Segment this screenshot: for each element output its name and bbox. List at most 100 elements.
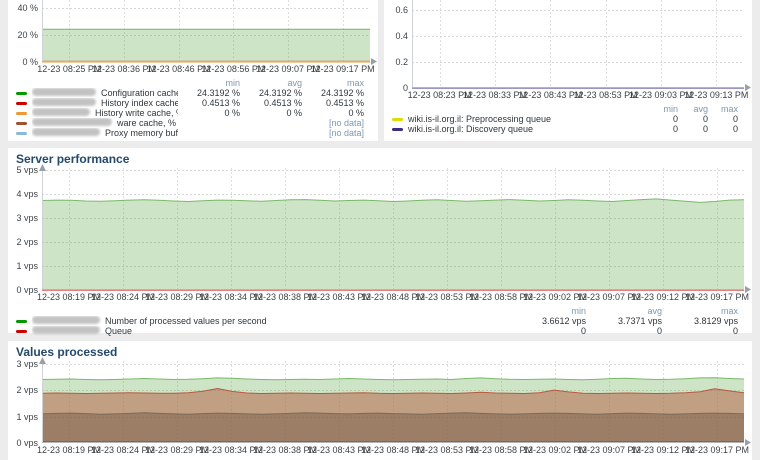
x-tick-label: 12-23 09:17 PM bbox=[685, 445, 749, 455]
y-tick-label: 2 vps bbox=[16, 237, 38, 247]
redacted-host-name bbox=[32, 108, 90, 116]
legend-stat-value: 0.4513 % bbox=[302, 98, 364, 108]
redacted-host-name bbox=[32, 88, 96, 96]
queues-legend: minavgmaxwiki.is-il.org.il: Preprocessin… bbox=[392, 104, 744, 134]
legend-item: ware cache, % used [no data] bbox=[16, 118, 364, 128]
series-label: wiki.is-il.org.il: Discovery queue bbox=[408, 124, 648, 134]
redacted-host-name bbox=[32, 128, 100, 136]
y-tick-label: 0.4 bbox=[395, 31, 408, 41]
legend-stat-header: min bbox=[178, 78, 240, 88]
legend-item: Configuration cache, % used24.3192 %24.3… bbox=[16, 88, 364, 98]
y-axis-labels: 0 %20 %40 % bbox=[16, 0, 42, 62]
y-axis-labels: 0 vps1 vps2 vps3 vps bbox=[16, 361, 42, 443]
y-tick-label: 1 vps bbox=[16, 412, 38, 422]
legend-stat-value: 24.3192 % bbox=[240, 88, 302, 98]
legend-header-row: minavgmax bbox=[392, 104, 738, 114]
legend-stat-header: avg bbox=[240, 78, 302, 88]
legend-stat-value: 0 bbox=[662, 326, 738, 336]
series-label: wiki.is-il.org.il: Preprocessing queue bbox=[408, 114, 648, 124]
legend-stat-value: 0.4513 % bbox=[178, 98, 240, 108]
series-label: History write cache, % used bbox=[32, 108, 178, 118]
y-tick-label: 3 vps bbox=[16, 359, 38, 369]
x-axis-labels: 12-23 08:19 PM12-23 08:24 PM12-23 08:29 … bbox=[42, 445, 744, 457]
legend-stat-value: 0 bbox=[708, 124, 738, 134]
legend-stat-value: 24.3192 % bbox=[178, 88, 240, 98]
legend-stat-header: min bbox=[648, 104, 678, 114]
y-tick-label: 0 vps bbox=[16, 285, 38, 295]
server-performance-graph[interactable] bbox=[42, 168, 744, 290]
series-color-swatch-icon bbox=[16, 132, 27, 135]
legend-stat-header: max bbox=[302, 78, 364, 88]
legend-stat-value: 0 bbox=[586, 326, 662, 336]
cache-usage-panel: 0 %20 %40 % 12-23 08:25 PM12-23 08:36 PM… bbox=[8, 0, 378, 141]
series-color-swatch-icon bbox=[392, 128, 403, 131]
x-axis-labels: 12-23 08:23 PM12-23 08:33 PM12-23 08:43 … bbox=[412, 90, 744, 102]
y-tick-label: 1 vps bbox=[16, 261, 38, 271]
redacted-host-name bbox=[32, 118, 112, 126]
legend-item: Queue000 bbox=[16, 326, 738, 336]
cache-usage-graph[interactable] bbox=[42, 0, 370, 62]
series-color-swatch-icon bbox=[16, 92, 27, 95]
legend-stat-header: avg bbox=[586, 306, 662, 316]
y-tick-label: 3 vps bbox=[16, 213, 38, 223]
y-tick-label: 0 % bbox=[22, 57, 38, 67]
y-axis-labels: 00.20.40.6 bbox=[392, 0, 412, 88]
cache-usage-legend: minavgmaxConfiguration cache, % used24.3… bbox=[16, 78, 370, 138]
values-processed-panel: Values processed 0 vps 1 vps 2 vps 3 vps 12… bbox=[8, 341, 752, 460]
series-label: History index cache, % used bbox=[32, 98, 178, 108]
x-tick-label: 12-23 09:17 PM bbox=[685, 292, 749, 302]
y-tick-label: 0.6 bbox=[395, 5, 408, 15]
legend-stat-value: [no data] bbox=[302, 118, 364, 128]
y-tick-label: 5 vps bbox=[16, 165, 38, 175]
legend-header-row: minavgmax bbox=[16, 306, 738, 316]
legend-stat-value: 0 bbox=[510, 326, 586, 336]
y-tick-label: 20 % bbox=[17, 30, 38, 40]
x-tick-label: 12-23 09:13 PM bbox=[684, 90, 748, 100]
server-performance-panel: Server performance 0 vps 1 vps 2 vps 3 vps 4… bbox=[8, 148, 752, 333]
legend-stat-value: 0 bbox=[678, 114, 708, 124]
series-label: ware cache, % used bbox=[32, 118, 178, 128]
zabbix-dashboard: 0 %20 %40 % 12-23 08:25 PM12-23 08:36 PM… bbox=[0, 0, 760, 460]
legend-stat-value: 0 bbox=[648, 124, 678, 134]
x-axis-labels: 12-23 08:25 PM12-23 08:36 PM12-23 08:46 … bbox=[42, 64, 370, 76]
legend-stat-value: 3.8129 vps bbox=[662, 316, 738, 326]
legend-stat-value: [no data] bbox=[302, 128, 364, 138]
series-label: Configuration cache, % used bbox=[32, 88, 178, 98]
redacted-host-name bbox=[32, 316, 100, 324]
legend-stat-header: min bbox=[510, 306, 586, 316]
y-tick-label: 0.2 bbox=[395, 57, 408, 67]
legend-stat-header: max bbox=[662, 306, 738, 316]
series-color-swatch-icon bbox=[16, 112, 27, 115]
series-color-swatch-icon bbox=[16, 102, 27, 105]
legend-stat-value: 3.7371 vps bbox=[586, 316, 662, 326]
legend-stat-value: 0 % bbox=[178, 108, 240, 118]
values-processed-graph[interactable] bbox=[42, 361, 744, 443]
y-tick-label: 0 vps bbox=[16, 438, 38, 448]
legend-stat-header: max bbox=[708, 104, 738, 114]
queues-graph[interactable] bbox=[412, 0, 744, 88]
x-tick-label: 12-23 09:17 PM bbox=[311, 64, 375, 74]
legend-stat-value: 3.6612 vps bbox=[510, 316, 586, 326]
queues-panel: 0 0.2 0.4 0.6 12-23 08:23 PM12-23 08:33 PM1… bbox=[384, 0, 752, 141]
panel-title: Server performance bbox=[16, 152, 744, 166]
legend-stat-value: 0 % bbox=[302, 108, 364, 118]
y-tick-label: 4 vps bbox=[16, 189, 38, 199]
series-label: Queue bbox=[32, 326, 510, 336]
y-tick-label: 2 vps bbox=[16, 385, 38, 395]
series-color-swatch-icon bbox=[16, 122, 27, 125]
redacted-host-name bbox=[32, 98, 96, 106]
legend-stat-value: 24.3192 % bbox=[302, 88, 364, 98]
legend-stat-value: 0 bbox=[708, 114, 738, 124]
legend-stat-value: 0 bbox=[678, 124, 708, 134]
server-performance-legend: minavgmaxNumber of processed values per … bbox=[16, 306, 744, 336]
panel-title: Values processed bbox=[16, 345, 744, 359]
legend-stat-value: 0 % bbox=[240, 108, 302, 118]
legend-item: Number of processed values per second3.6… bbox=[16, 316, 738, 326]
x-axis-labels: 12-23 08:19 PM12-23 08:24 PM12-23 08:29 … bbox=[42, 292, 744, 304]
legend-stat-header: avg bbox=[678, 104, 708, 114]
series-label: Number of processed values per second bbox=[32, 316, 510, 326]
legend-stat-value: 0 bbox=[648, 114, 678, 124]
series-color-swatch-icon bbox=[16, 320, 27, 323]
legend-stat-value: 0.4513 % bbox=[240, 98, 302, 108]
series-color-swatch-icon bbox=[392, 118, 403, 121]
